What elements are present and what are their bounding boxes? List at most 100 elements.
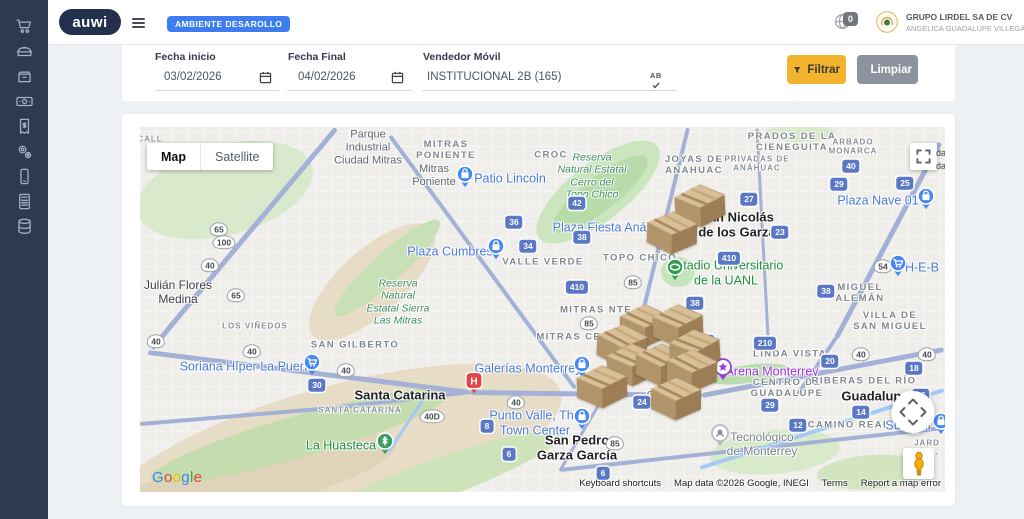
fullscreen-icon [916, 149, 931, 164]
poi-marker-stadium[interactable] [666, 258, 685, 282]
sidebar-item-archive-box[interactable] [9, 64, 39, 89]
keyboard-shortcuts-link[interactable]: Keyboard shortcuts [579, 478, 661, 489]
topbar: auwi AMBIENTE DESAROLLO 0 GRUPO LIRDEL S… [48, 0, 1024, 45]
field-underline [155, 90, 279, 91]
calendar-icon[interactable] [391, 71, 404, 84]
map-type-control: Map Satellite [147, 143, 274, 170]
notification-count-badge: 0 [843, 12, 859, 26]
terms-link[interactable]: Terms [822, 478, 848, 489]
fecha-final-input[interactable] [298, 71, 383, 83]
sidebar-item-calculator[interactable] [9, 189, 39, 214]
topbar-right: 0 GRUPO LIRDEL SA DE CV ANGELICA GUADALU… [834, 0, 1024, 44]
map-label: Mitras Poniente [412, 163, 456, 188]
map-label: Reserva Natural Estatal Cerro del Topo C… [557, 151, 627, 201]
road-shield: 40 [842, 159, 860, 173]
road-shield: 30 [308, 378, 326, 392]
map-label: Plaza Cumbres [407, 244, 493, 259]
road-shield: 18 [905, 361, 923, 375]
road-shield: 8 [480, 419, 494, 433]
sidebar [0, 0, 48, 519]
map-label: PRADOS DE LA CIENEGUITA [747, 130, 837, 153]
road-shield: 23 [771, 225, 789, 239]
map-label: Tecnológico de Monterrey [726, 429, 798, 458]
road-shield: 6 [502, 447, 516, 461]
delivery-box-marker[interactable] [646, 211, 698, 256]
poi-marker-shop[interactable] [573, 407, 592, 431]
poi-marker-cart[interactable] [303, 353, 322, 377]
field-underline [422, 90, 677, 91]
report-error-link[interactable]: Report a map error [861, 478, 941, 489]
sidebar-item-database[interactable] [9, 214, 39, 239]
road-shield: 27 [740, 192, 758, 206]
map-canvas[interactable]: Map Satellite da da Google Keyboard shor… [140, 127, 945, 492]
map-label: Soriana Híper La Puerta [179, 359, 315, 374]
cash-icon [15, 96, 33, 107]
gears-icon [18, 145, 31, 159]
poi-marker-gray[interactable] [711, 424, 730, 448]
google-logo-letter: g [181, 469, 190, 486]
pan-control[interactable] [891, 390, 935, 434]
google-logo[interactable]: Google [152, 469, 202, 486]
road-shield: 410 [565, 280, 589, 294]
google-logo-letter: G [152, 469, 164, 486]
user-info: GRUPO LIRDEL SA DE CV ANGELICA GUADALUPE… [906, 12, 1024, 33]
fecha-inicio-input[interactable] [164, 71, 249, 83]
google-logo-letter: o [172, 469, 182, 486]
road-shield: 38 [817, 284, 835, 298]
avatar[interactable] [876, 11, 898, 33]
road-shield: 65 [226, 288, 246, 302]
road-shield: 210 [753, 336, 777, 350]
fullscreen-button[interactable] [910, 143, 937, 170]
sidebar-item-cash[interactable] [9, 89, 39, 114]
delivery-box-marker[interactable] [576, 365, 628, 410]
map-label: Santa Catarina [354, 387, 446, 403]
poi-marker-shop[interactable] [917, 187, 936, 211]
clean-icon [863, 68, 865, 70]
road-shield: 20 [821, 354, 839, 368]
poi-marker-tree[interactable] [376, 432, 395, 456]
sidebar-item-gears[interactable] [9, 139, 39, 164]
map-label: SAN GILBERTO [310, 339, 400, 351]
menu-icon[interactable] [132, 16, 145, 30]
fecha-final-label: Fecha Final [288, 51, 346, 63]
poi-marker-shop[interactable] [487, 237, 506, 261]
road-shield: 85 [605, 436, 625, 450]
road-shield: 40 [851, 347, 871, 361]
fecha-inicio-label: Fecha inicio [155, 51, 216, 63]
road-shield: 85 [623, 275, 643, 289]
poi-marker-shop[interactable] [456, 165, 475, 189]
filtrar-button[interactable]: Filtrar [787, 55, 846, 84]
ab-check-icon[interactable]: AB [650, 68, 662, 90]
road-shield: 34 [519, 239, 537, 253]
sidebar-item-mobile[interactable] [9, 164, 39, 189]
map-type-map-button[interactable]: Map [147, 143, 200, 170]
sidebar-item-invoice[interactable] [9, 114, 39, 139]
poi-marker-hospital[interactable]: H [464, 371, 484, 396]
map-type-satellite-button[interactable]: Satellite [200, 143, 273, 170]
calculator-icon [18, 193, 30, 210]
road-shield: 100 [212, 235, 236, 249]
delivery-box-marker[interactable] [650, 377, 702, 421]
map-label: VILLA DE SAN MIGUEL [853, 309, 927, 332]
limpiar-button[interactable]: Limpiar [857, 55, 918, 84]
road-shield: 12 [789, 418, 807, 432]
map-label: Plaza Nave 01 [837, 193, 919, 208]
pegman-icon [913, 451, 924, 475]
notifications-button[interactable]: 0 [834, 9, 864, 35]
filter-bar: Fecha inicio Fecha Final Vendedor Móvil … [122, 44, 955, 101]
map-label: LOS VIÑEDOS [222, 321, 288, 331]
storage-box-icon [16, 46, 32, 57]
sidebar-item-storage-box[interactable] [9, 39, 39, 64]
poi-marker-cart[interactable] [889, 254, 908, 278]
sidebar-item-cart[interactable] [9, 14, 39, 39]
map-label: Reserva Natural Estatal Sierra Las Mitra… [366, 277, 430, 327]
user-name: ANGELICA GUADALUPE VILLEGAS GA [906, 23, 1024, 33]
road-shield: 29 [761, 398, 779, 412]
page: auwi AMBIENTE DESAROLLO 0 GRUPO LIRDEL S… [0, 0, 1024, 519]
map-label: La Huasteca [305, 438, 377, 453]
pegman-control[interactable] [903, 448, 934, 479]
road-shield: 14 [852, 405, 870, 419]
calendar-icon[interactable] [259, 71, 272, 84]
app-logo[interactable]: auwi [59, 9, 121, 35]
vendedor-select[interactable]: INSTITUCIONAL 2B (165) [427, 71, 561, 83]
